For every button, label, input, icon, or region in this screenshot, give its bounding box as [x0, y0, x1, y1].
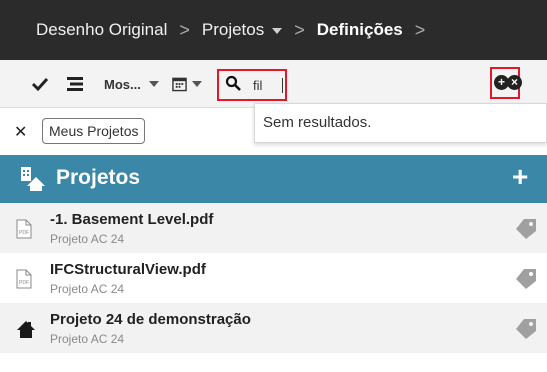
close-circle-icon[interactable]: ×	[507, 75, 522, 90]
list-item-subtitle: Projeto AC 24	[50, 232, 125, 246]
list-item-title: IFCStructuralView.pdf	[50, 261, 206, 278]
tag-icon[interactable]	[514, 318, 538, 340]
breadcrumb-item-original[interactable]: Desenho Original	[36, 20, 167, 40]
house-icon	[16, 319, 36, 341]
projects-section-header: Projetos +	[0, 155, 547, 203]
caret-down-icon	[272, 27, 283, 34]
caret-down-icon	[192, 81, 202, 87]
section-title: Projetos	[56, 166, 141, 189]
svg-text:PDF: PDF	[19, 280, 29, 286]
add-close-controls: + ×	[490, 67, 522, 99]
breadcrumb-item-projetos-label: Projetos	[201, 20, 265, 39]
view-mode-dropdown[interactable]: Mos...	[104, 72, 159, 96]
list-item[interactable]: PDF IFCStructuralView.pdf Projeto AC 24	[0, 253, 547, 303]
menu-lines-icon[interactable]	[65, 74, 85, 94]
view-mode-label: Mos...	[104, 76, 141, 92]
svg-text:PDF: PDF	[19, 230, 29, 236]
tag-icon[interactable]	[514, 218, 538, 240]
add-project-button[interactable]: +	[512, 163, 528, 191]
list-item[interactable]: PDF -1. Basement Level.pdf Projeto AC 24	[0, 203, 547, 253]
chevron-right-icon: >	[294, 19, 305, 40]
list-item-title: Projeto 24 de demonstração	[50, 311, 251, 328]
breadcrumb: Desenho Original > Projetos > Definições…	[0, 0, 547, 60]
list-item-subtitle: Projeto AC 24	[50, 282, 125, 296]
projects-icon	[18, 164, 46, 192]
tag-icon[interactable]	[514, 268, 538, 290]
list-item[interactable]: Projeto 24 de demonstração Projeto AC 24	[0, 303, 547, 353]
breadcrumb-item-projetos[interactable]: Projetos	[201, 20, 283, 40]
no-results-message: Sem resultados.	[263, 114, 372, 131]
close-icon[interactable]: ✕	[14, 122, 27, 142]
search-input[interactable]	[253, 77, 283, 93]
project-list: PDF -1. Basement Level.pdf Projeto AC 24…	[0, 203, 547, 353]
search-box	[217, 69, 287, 101]
pdf-file-icon: PDF	[16, 269, 36, 291]
breadcrumb-item-definicoes[interactable]: Definições	[317, 20, 403, 40]
search-results-dropdown: Sem resultados.	[254, 103, 547, 143]
search-icon[interactable]	[225, 75, 241, 96]
pdf-file-icon: PDF	[16, 219, 36, 241]
chevron-right-icon: >	[414, 19, 426, 40]
check-icon[interactable]	[30, 74, 50, 94]
list-item-title: -1. Basement Level.pdf	[50, 211, 214, 228]
filter-chip[interactable]: Meus Projetos	[42, 118, 146, 144]
calendar-icon[interactable]	[172, 74, 202, 94]
chevron-right-icon: >	[179, 19, 190, 40]
caret-down-icon	[148, 81, 159, 87]
list-item-subtitle: Projeto AC 24	[50, 332, 125, 346]
